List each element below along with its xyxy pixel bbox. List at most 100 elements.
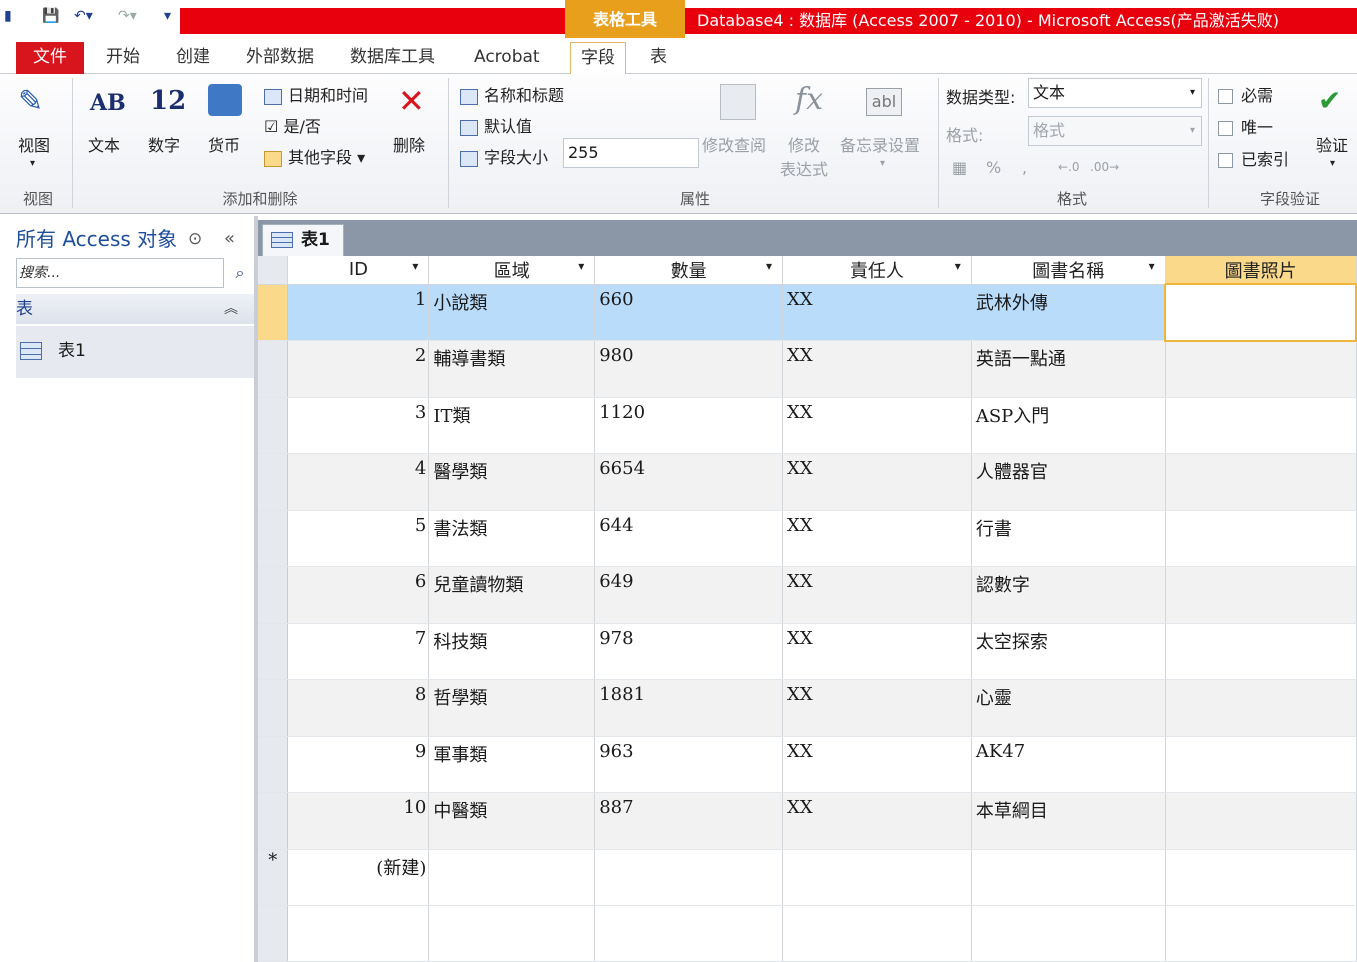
add-yesno-button[interactable]: ☑ 是/否 [264,113,321,137]
cell-owner[interactable]: XX [782,679,972,737]
column-header-id[interactable]: ID ▾ [287,256,430,285]
chevron-up-icon[interactable]: ︽ [224,294,238,324]
validation-dropdown-icon[interactable]: ▾ [1330,158,1335,169]
default-value-button[interactable]: 默认值 [460,113,532,137]
nav-section-tables[interactable]: 表 ︽ [16,294,254,324]
cell-region[interactable]: IT類 [428,397,596,454]
table-row[interactable]: 10 中醫類 887 XX 本草綱目 [258,792,1357,850]
row-selector[interactable] [258,397,289,454]
add-datetime-button[interactable]: 日期和时间 [264,82,368,106]
tab-database-tools[interactable]: 数据库工具 [340,42,445,74]
add-currency-button[interactable]: 货币 [208,132,240,156]
cell-owner[interactable]: XX [782,736,972,793]
cell-quantity[interactable]: 1881 [594,679,784,737]
cell-region[interactable]: 輔導書類 [428,340,596,398]
cell-quantity[interactable]: 1120 [594,397,784,454]
row-selector[interactable] [258,510,289,567]
delete-field-button[interactable]: 删除 [393,132,425,156]
cell-owner[interactable]: XX [782,453,972,511]
table-row[interactable]: 9 軍事類 963 XX AK47 [258,736,1357,793]
cell-book-title[interactable]: ASP入門 [971,397,1166,454]
validation-button[interactable]: 验证 [1316,132,1348,156]
collapse-pane-icon[interactable]: « [224,220,235,258]
cell-id[interactable]: 10 [287,792,430,850]
doc-tab-table1[interactable]: 表1 [262,224,344,256]
nav-item-table1[interactable]: 表1 [16,326,254,378]
more-fields-button[interactable]: 其他字段 ▾ [264,144,365,168]
tab-create[interactable]: 创建 [166,42,220,74]
cell-id[interactable]: 2 [287,340,430,398]
tab-acrobat[interactable]: Acrobat [464,42,550,74]
currency-format-icon[interactable]: ▦ [952,158,967,177]
tab-fields[interactable]: 字段 [570,42,626,76]
cell-region[interactable]: 軍事類 [428,736,596,793]
cell-owner[interactable]: XX [782,623,972,680]
cell-book-title[interactable]: 認數字 [971,566,1166,624]
cell-owner[interactable]: XX [782,566,972,624]
cell-owner[interactable]: XX [782,510,972,567]
cell-book-title[interactable] [971,849,1166,906]
table-row[interactable]: 1 小說類 660 XX 武林外傳 [258,283,1357,342]
cell-region[interactable] [428,849,596,906]
cell-book-photo[interactable] [1165,792,1357,850]
table-row[interactable]: 6 兒童讀物類 649 XX 認數字 [258,566,1357,624]
table-row[interactable]: 5 書法類 644 XX 行書 [258,510,1357,567]
cell-quantity[interactable]: 6654 [594,453,784,511]
cell-owner[interactable]: XX [782,792,972,850]
tab-table[interactable]: 表 [640,42,677,74]
modify-lookups-button[interactable]: 修改查阅 [702,132,766,156]
cell-quantity[interactable]: 660 [594,284,784,341]
redo-icon[interactable]: ↷▾ [118,8,137,30]
row-selector[interactable] [258,792,289,850]
cell-quantity[interactable]: 963 [594,736,784,793]
row-selector[interactable] [258,566,289,624]
new-row-marker[interactable]: * [258,849,289,906]
search-icon[interactable]: ⌕ [226,258,254,288]
cell-region[interactable]: 中醫類 [428,792,596,850]
cell-book-photo[interactable] [1165,736,1357,793]
tab-external-data[interactable]: 外部数据 [236,42,324,74]
name-caption-button[interactable]: 名称和标题 [460,82,564,106]
cell-book-title[interactable]: 心靈 [971,679,1166,737]
indexed-checkbox[interactable]: 已索引 [1218,146,1289,170]
select-all-corner[interactable] [258,256,289,285]
cell-book-photo[interactable] [1165,510,1357,567]
tab-file[interactable]: 文件 [16,42,84,74]
chevron-down-icon[interactable]: ▾ [955,259,961,273]
cell-id[interactable]: 3 [287,397,430,454]
cell-book-title[interactable]: 英語一點通 [971,340,1166,398]
customize-qat-icon[interactable]: ▾ [164,8,171,30]
cell-book-title[interactable]: 行書 [971,510,1166,567]
nav-pane-header[interactable]: 所有 Access 对象 ⊙ « [0,220,254,258]
new-row-label[interactable]: (新建) [287,849,430,906]
cell-region[interactable]: 科技類 [428,623,596,680]
cell-quantity[interactable]: 978 [594,623,784,680]
view-dropdown-icon[interactable]: ▾ [30,158,35,169]
cell-book-photo[interactable] [1164,283,1357,342]
cell-region[interactable]: 書法類 [428,510,596,567]
column-header-region[interactable]: 區域 ▾ [428,256,596,285]
cell-region[interactable]: 兒童讀物類 [428,566,596,624]
new-record-row[interactable]: * (新建) [258,849,1357,906]
view-button[interactable]: 视图 [18,132,50,156]
modify-expression-button[interactable]: 修改 [788,132,820,156]
memo-settings-button[interactable]: 备忘录设置 [840,132,920,156]
cell-quantity[interactable] [594,849,784,906]
increase-decimals-icon[interactable]: ←.0 [1058,160,1080,174]
cell-region[interactable]: 哲學類 [428,679,596,737]
row-selector[interactable] [258,679,289,737]
cell-book-photo[interactable] [1165,340,1357,398]
column-header-owner[interactable]: 責任人 ▾ [782,256,972,285]
cell-book-title[interactable]: AK47 [971,736,1166,793]
field-size-input[interactable]: 255 [563,138,699,168]
table-row[interactable]: 7 科技類 978 XX 太空探索 [258,623,1357,680]
search-input[interactable]: 搜索... [16,258,224,288]
cell-owner[interactable]: XX [782,340,972,398]
add-text-button[interactable]: 文本 [88,132,120,156]
cell-book-photo[interactable] [1165,623,1357,680]
cell-id[interactable]: 6 [287,566,430,624]
row-selector[interactable] [258,340,289,398]
cell-id[interactable]: 4 [287,453,430,511]
row-selector[interactable] [258,284,289,341]
cell-book-photo[interactable] [1165,679,1357,737]
